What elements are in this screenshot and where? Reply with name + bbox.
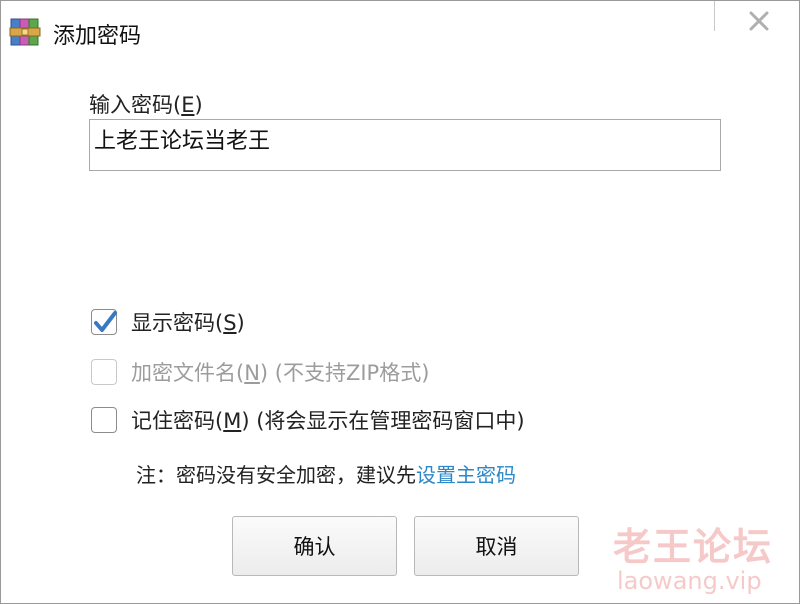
password-input-value: 上老王论坛当老王: [94, 129, 271, 154]
cancel-button[interactable]: 取消: [414, 516, 579, 576]
title-bar[interactable]: 添加密码: [1, 1, 799, 63]
security-note-text: 注：密码没有安全加密，建议先: [136, 463, 416, 487]
encrypt-filenames-checkbox: [91, 359, 117, 385]
window-title: 添加密码: [53, 24, 142, 49]
close-icon: [749, 11, 769, 31]
remember-password-option[interactable]: 记住密码(M) (将会显示在管理密码窗口中): [91, 405, 525, 435]
watermark-url: laowang.vip: [617, 567, 762, 595]
watermark-text: 老王论坛: [613, 525, 774, 569]
winrar-archive-icon: [9, 17, 43, 47]
close-button[interactable]: [741, 7, 777, 37]
security-note: 注：密码没有安全加密，建议先设置主密码: [136, 459, 516, 488]
title-separator: [714, 1, 715, 31]
set-master-password-link[interactable]: 设置主密码: [416, 463, 516, 487]
password-label: 输入密码(E): [89, 93, 203, 117]
show-password-label: 显示密码(S): [131, 311, 245, 335]
show-password-option[interactable]: 显示密码(S): [91, 307, 245, 337]
show-password-checkbox[interactable]: [91, 309, 117, 335]
encrypt-filenames-label: 加密文件名(N) (不支持ZIP格式): [131, 361, 430, 385]
ok-button[interactable]: 确认: [232, 516, 397, 576]
encrypt-filenames-option: 加密文件名(N) (不支持ZIP格式): [91, 357, 429, 387]
remember-password-label: 记住密码(M) (将会显示在管理密码窗口中): [131, 409, 525, 433]
remember-password-checkbox[interactable]: [91, 407, 117, 433]
checkmark-icon: [94, 311, 117, 332]
add-password-dialog: 添加密码 输入密码(E) 上老王论坛当老王 显示密码(S) 加密文件名(N) (…: [0, 0, 800, 604]
